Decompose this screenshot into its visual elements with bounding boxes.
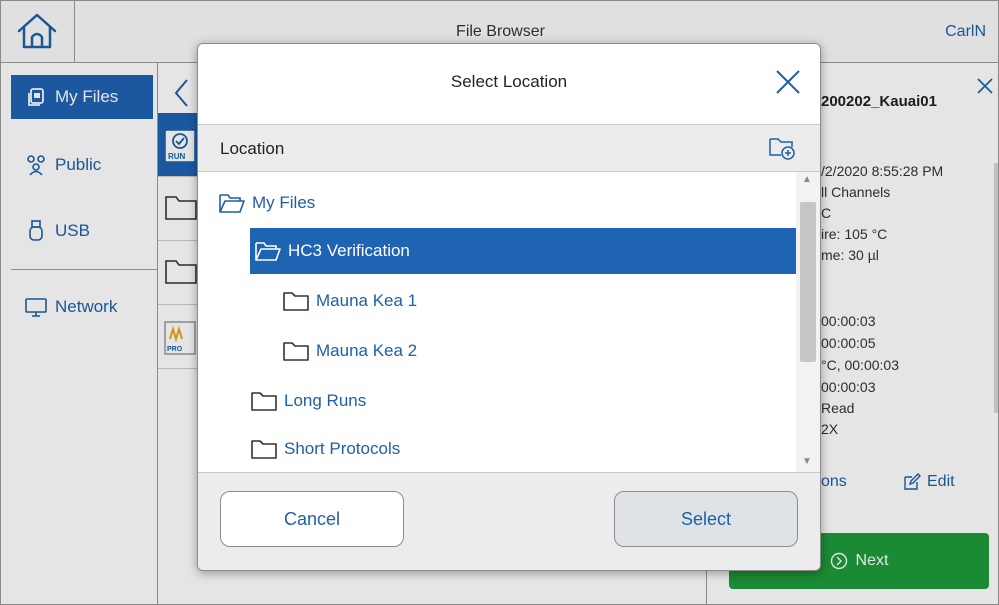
tree-item-hc3-verification[interactable]: HC3 Verification [250,228,796,274]
screen: File Browser CarlN My Files Public USB N… [0,0,999,605]
folder-icon [282,289,310,313]
select-button[interactable]: Select [614,491,798,547]
location-label: Location [220,139,285,158]
close-icon[interactable] [774,68,802,96]
tree-item-short-protocols[interactable]: Short Protocols [250,426,780,472]
select-location-dialog: Select Location Location My Files HC3 Ve… [197,43,821,571]
scroll-up-icon[interactable]: ▲ [802,174,812,185]
folder-icon [250,389,278,413]
location-bar: Location [198,124,820,172]
dialog-header: Select Location [198,44,820,124]
folder-tree: My Files HC3 Verification Mauna Kea 1 Ma… [198,172,820,472]
tree-item-label: My Files [252,193,316,212]
scroll-down-icon[interactable]: ▼ [802,456,812,467]
folder-icon [282,339,310,363]
tree-item-label: HC3 Verification [288,241,410,260]
tree-item-label: Short Protocols [284,439,401,458]
cancel-button[interactable]: Cancel [220,491,404,547]
tree-item-long-runs[interactable]: Long Runs [250,378,780,424]
tree-item-label: Mauna Kea 1 [316,291,418,310]
scrollbar-thumb[interactable] [800,202,816,362]
folder-open-icon [254,239,282,263]
new-folder-icon[interactable] [768,135,796,161]
tree-item-mauna-kea-2[interactable]: Mauna Kea 2 [282,328,782,374]
tree-scrollbar[interactable]: ▲ ▼ [796,172,820,472]
dialog-footer: Cancel Select [198,472,820,570]
folder-open-icon [218,191,246,215]
tree-item-label: Long Runs [284,391,367,410]
folder-icon [250,437,278,461]
dialog-title: Select Location [450,72,568,91]
tree-item-mauna-kea-1[interactable]: Mauna Kea 1 [282,278,782,324]
tree-item-my-files[interactable]: My Files [218,180,788,226]
tree-item-label: Mauna Kea 2 [316,341,418,360]
